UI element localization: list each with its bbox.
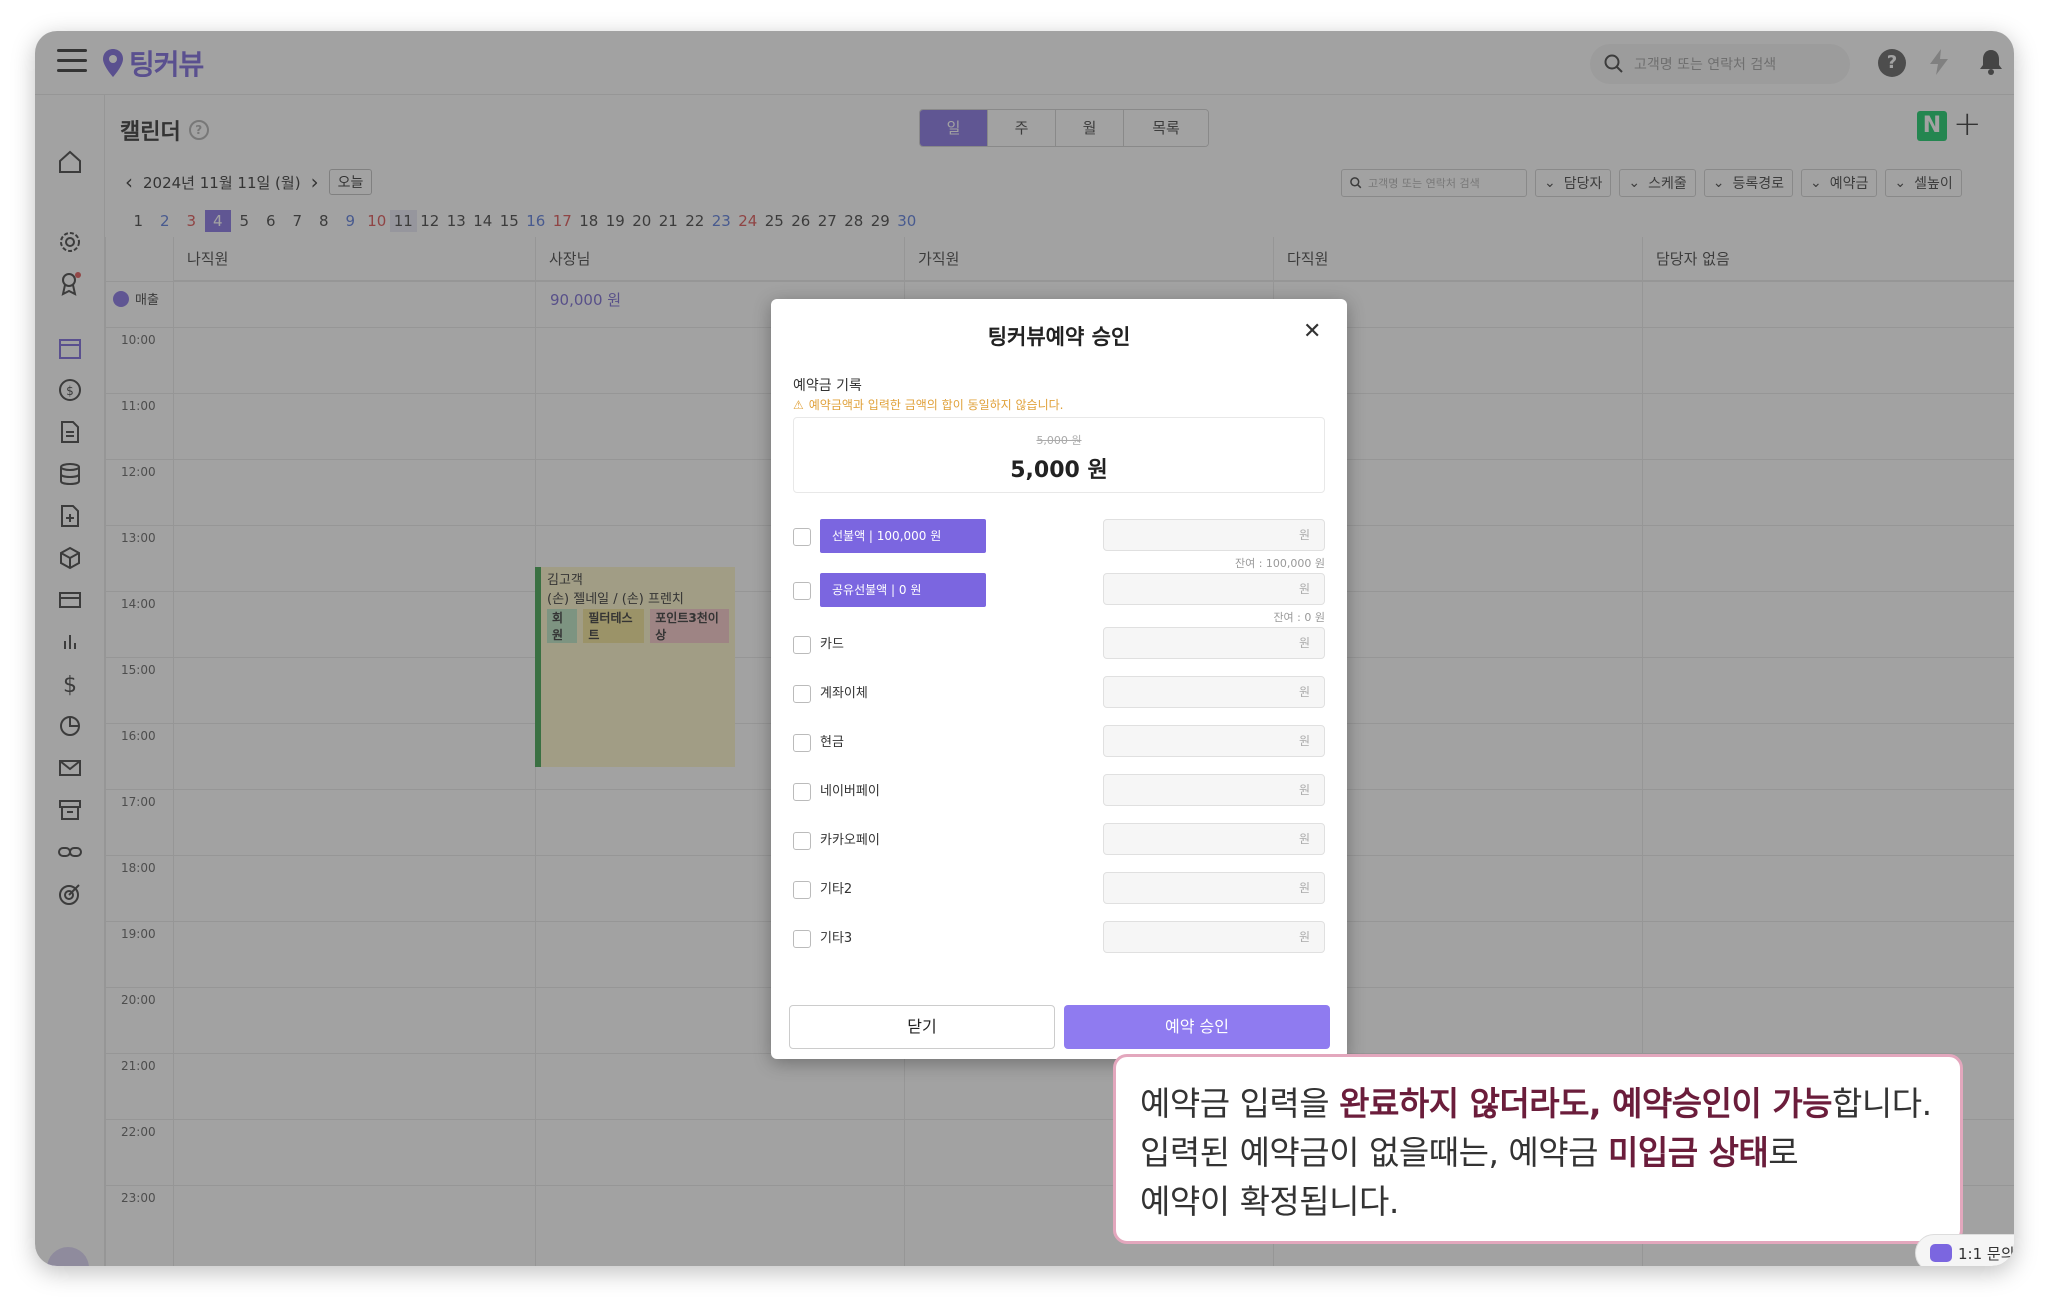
payment-label: 기타3 <box>820 931 853 946</box>
approval-modal: 팅커뷰예약 승인 ✕ 예약금 기록 ⚠ 예약금액과 입력한 금액의 합이 동일하… <box>771 299 1347 1059</box>
payment-row-cash: 현금 원 <box>793 725 1325 761</box>
callout-emphasis: 완료하지 않더라도, 예약승인이 가능 <box>1339 1084 1833 1123</box>
payment-amount-input[interactable]: 원 <box>1103 519 1325 551</box>
prepaid-chip[interactable]: 선불액 | 100,000 원 <box>820 519 986 553</box>
payment-label: 현금 <box>820 735 844 750</box>
chat-bubble-icon <box>1930 1244 1952 1262</box>
app-window: 팅커뷰 고객명 또는 연락처 검색 ? $ $ 캘린더 ? 일 <box>35 31 2014 1266</box>
modal-title: 팅커뷰예약 승인 <box>987 325 1131 349</box>
payment-checkbox[interactable] <box>793 832 811 850</box>
guide-callout: 예약금 입력을 완료하지 않더라도, 예약승인이 가능합니다. 입력된 예약금이… <box>1113 1054 1963 1244</box>
shared-prepaid-chip[interactable]: 공유선불액 | 0 원 <box>820 573 986 607</box>
payment-checkbox[interactable] <box>793 930 811 948</box>
deposit-amount: 5,000 원 <box>1010 458 1108 483</box>
balance-note: 잔여 : 100,000 원 <box>1234 557 1325 570</box>
payment-row-etc3: 기타3 원 <box>793 921 1325 957</box>
payment-row-prepaid: 선불액 | 100,000 원 원 잔여 : 100,000 원 <box>793 519 1325 570</box>
payment-checkbox[interactable] <box>793 881 811 899</box>
payment-amount-input[interactable]: 원 <box>1103 725 1325 757</box>
callout-text: 예약금 입력을 <box>1140 1084 1340 1123</box>
payment-label: 기타2 <box>820 882 853 897</box>
close-icon[interactable]: ✕ <box>1303 321 1321 343</box>
callout-emphasis: 미입금 상태 <box>1608 1133 1769 1172</box>
payment-row-transfer: 계좌이체 원 <box>793 676 1325 712</box>
chat-label: 1:1 문의 <box>1958 1244 2014 1263</box>
payment-row-card: 카드 원 <box>793 627 1325 663</box>
payment-checkbox[interactable] <box>793 582 811 600</box>
callout-line-2: 입력된 예약금이 없을때는, 예약금 미입금 상태로 <box>1140 1128 1936 1177</box>
callout-text: 로 <box>1768 1133 1799 1172</box>
payment-amount-input[interactable]: 원 <box>1103 627 1325 659</box>
payment-amount-input[interactable]: 원 <box>1103 872 1325 904</box>
payment-label: 네이버페이 <box>820 784 880 799</box>
approve-button[interactable]: 예약 승인 <box>1064 1005 1330 1049</box>
payment-checkbox[interactable] <box>793 783 811 801</box>
payment-checkbox[interactable] <box>793 685 811 703</box>
callout-text: 합니다. <box>1832 1084 1932 1123</box>
payment-checkbox[interactable] <box>793 528 811 546</box>
original-amount: 5,000 원 <box>1036 434 1082 447</box>
payment-label: 카카오페이 <box>820 833 880 848</box>
deposit-amount-box: 5,000 원 5,000 원 <box>793 417 1325 493</box>
payment-row-kakaopay: 카카오페이 원 <box>793 823 1325 859</box>
payment-amount-input[interactable]: 원 <box>1103 676 1325 708</box>
chat-button[interactable]: 1:1 문의 <box>1915 1234 2014 1266</box>
payment-label: 카드 <box>820 637 844 652</box>
callout-line-1: 예약금 입력을 완료하지 않더라도, 예약승인이 가능합니다. <box>1140 1079 1936 1128</box>
balance-note: 잔여 : 0 원 <box>1273 611 1325 624</box>
payment-amount-input[interactable]: 원 <box>1103 921 1325 953</box>
payment-amount-input[interactable]: 원 <box>1103 823 1325 855</box>
payment-row-shared-prepaid: 공유선불액 | 0 원 원 잔여 : 0 원 <box>793 573 1325 624</box>
callout-text: 입력된 예약금이 없을때는, 예약금 <box>1140 1133 1608 1172</box>
payment-checkbox[interactable] <box>793 636 811 654</box>
deposit-section-label: 예약금 기록 <box>793 378 862 394</box>
warning-text: 예약금액과 입력한 금액의 합이 동일하지 않습니다. <box>808 398 1064 412</box>
payment-row-naverpay: 네이버페이 원 <box>793 774 1325 810</box>
amount-warning: ⚠ 예약금액과 입력한 금액의 합이 동일하지 않습니다. <box>793 396 1064 413</box>
payment-amount-input[interactable]: 원 <box>1103 573 1325 605</box>
payment-row-etc2: 기타2 원 <box>793 872 1325 908</box>
payment-checkbox[interactable] <box>793 734 811 752</box>
payment-label: 계좌이체 <box>820 686 868 701</box>
payment-amount-input[interactable]: 원 <box>1103 774 1325 806</box>
warning-icon: ⚠ <box>793 397 804 412</box>
close-button[interactable]: 닫기 <box>789 1005 1055 1049</box>
callout-line-3: 예약이 확정됩니다. <box>1140 1182 1399 1221</box>
